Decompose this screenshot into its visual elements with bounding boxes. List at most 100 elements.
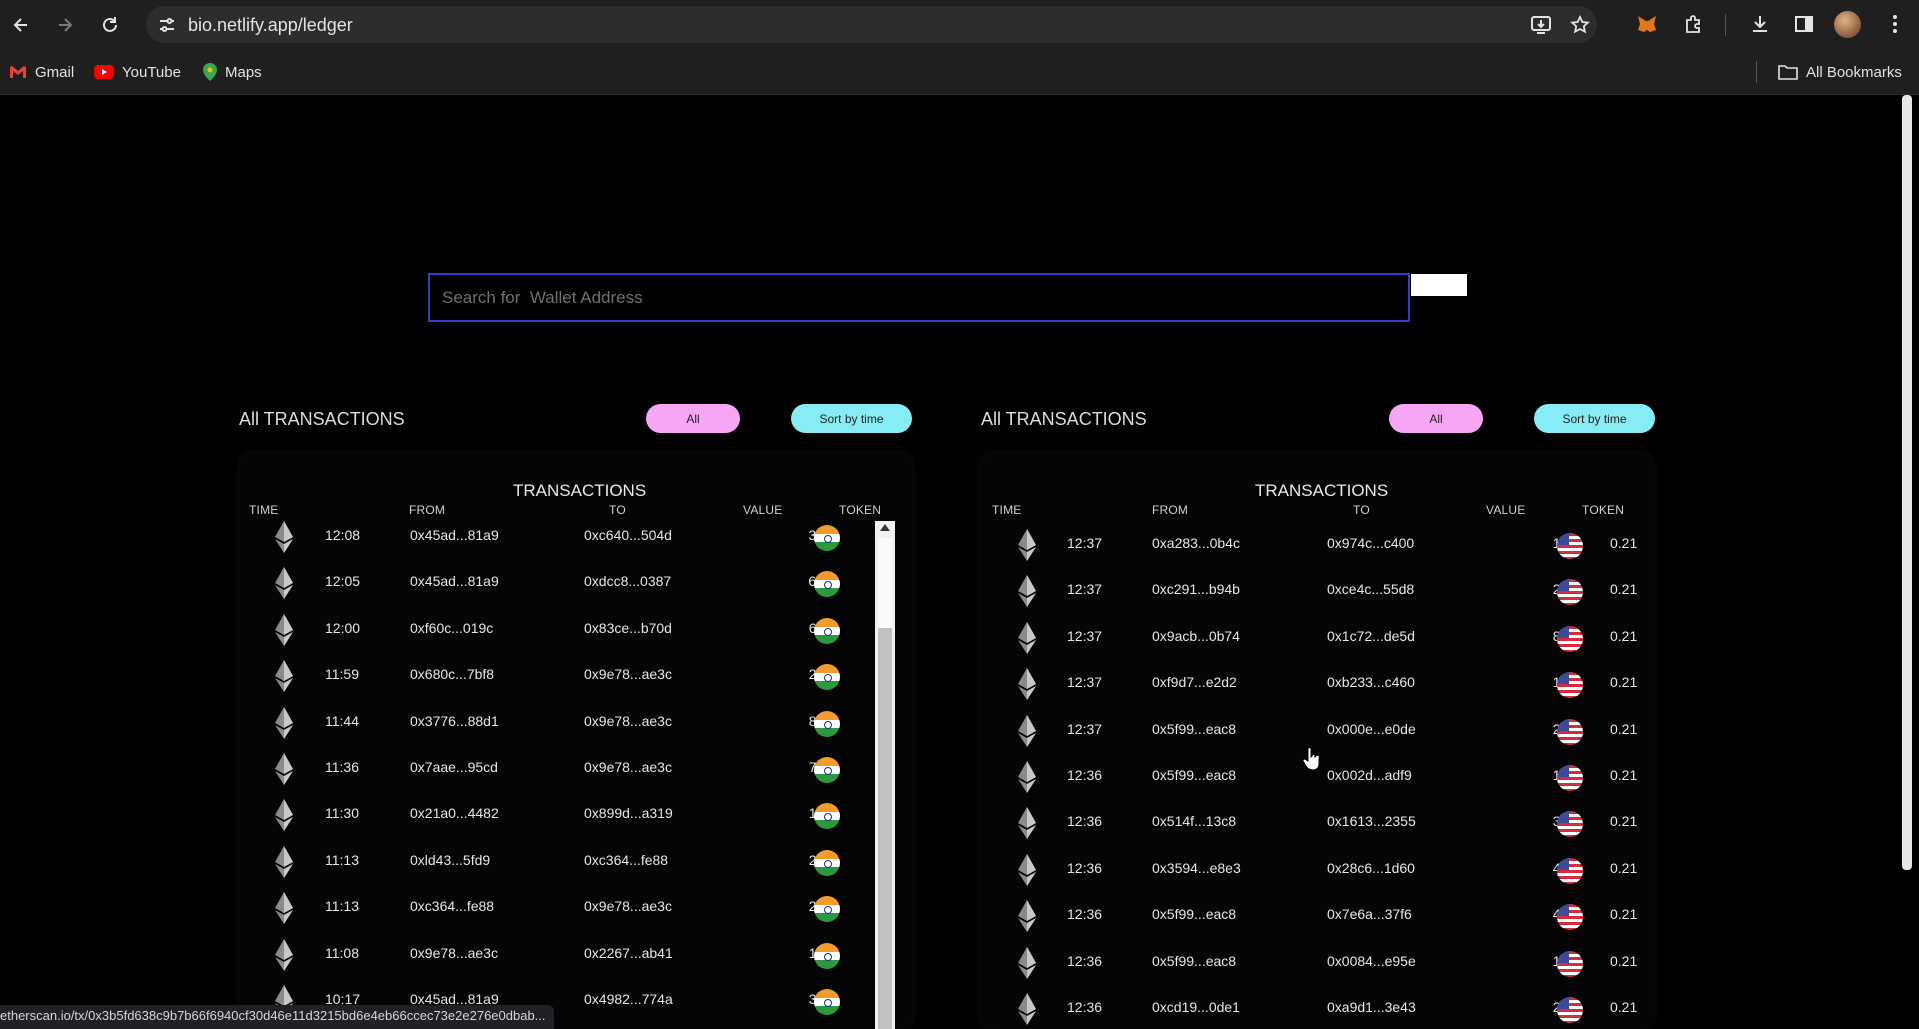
- tx-from-address[interactable]: 0x3594...e8e3: [1152, 860, 1241, 876]
- tx-from-address[interactable]: 0x3776...88d1: [410, 713, 499, 729]
- tx-to-address[interactable]: 0xce4c...55d8: [1327, 581, 1414, 597]
- metamask-extension-icon[interactable]: [1633, 10, 1661, 38]
- address-bar[interactable]: bio.netlify.app/ledger: [146, 6, 1597, 43]
- transaction-row[interactable]: 11:080x9e78...ae3c0x2267...ab411.62: [239, 933, 913, 979]
- tx-from-address[interactable]: 0x5f99...eac8: [1152, 721, 1236, 737]
- bookmark-star-icon[interactable]: [1570, 15, 1590, 35]
- tx-from-address[interactable]: 0xc364...fe88: [410, 898, 494, 914]
- tx-from-address[interactable]: 0x9e78...ae3c: [410, 945, 498, 961]
- bookmark-maps[interactable]: Maps: [203, 62, 262, 82]
- reload-button[interactable]: [95, 10, 125, 40]
- wallet-search-box: [428, 273, 1410, 322]
- tx-from-address[interactable]: 0x514f...13c8: [1152, 813, 1236, 829]
- bookmark-gmail[interactable]: Gmail: [9, 62, 74, 82]
- tx-from-address[interactable]: 0xa283...0b4c: [1152, 535, 1240, 551]
- downloads-button[interactable]: [1746, 10, 1774, 38]
- tx-to-address[interactable]: 0x1613...2355: [1327, 813, 1416, 829]
- tx-from-address[interactable]: 0x21a0...4482: [410, 805, 499, 821]
- table-scrollbar[interactable]: [875, 521, 895, 1029]
- search-button[interactable]: [1411, 274, 1467, 296]
- hand-cursor-icon: [1302, 747, 1320, 771]
- tx-to-address[interactable]: 0xdcc8...0387: [584, 573, 671, 589]
- tx-token-amount: 0.21: [1610, 581, 1638, 598]
- transaction-row[interactable]: 11:440x3776...88d10x9e78...ae3c8.77: [239, 701, 913, 747]
- tx-to-address[interactable]: 0x0084...e95e: [1327, 953, 1416, 969]
- install-app-icon[interactable]: [1530, 15, 1552, 35]
- forward-button[interactable]: [50, 10, 80, 40]
- url-text[interactable]: bio.netlify.app/ledger: [188, 15, 353, 36]
- tx-to-address[interactable]: 0x28c6...1d60: [1327, 860, 1415, 876]
- tx-from-address[interactable]: 0xf9d7...e2d2: [1152, 674, 1237, 690]
- tx-from-address[interactable]: 0x7aae...95cd: [410, 759, 498, 775]
- tx-from-address[interactable]: 0x5f99...eac8: [1152, 953, 1236, 969]
- tx-to-address[interactable]: 0x9e78...ae3c: [584, 759, 672, 775]
- tx-to-address[interactable]: 0x83ce...b70d: [584, 620, 672, 636]
- us-flag-icon: [1557, 765, 1583, 791]
- transaction-row[interactable]: 12:360x3594...e8e30x28c6...1d604.330.21: [980, 848, 1654, 894]
- tx-time: 12:36: [1067, 906, 1103, 923]
- tx-from-address[interactable]: 0x9acb...0b74: [1152, 628, 1240, 644]
- menu-button[interactable]: [1881, 10, 1909, 38]
- column-header-token: TOKEN: [1582, 503, 1625, 517]
- tx-to-address[interactable]: 0x4982...774a: [584, 991, 673, 1007]
- tx-to-address[interactable]: 0x9e78...ae3c: [584, 713, 672, 729]
- tx-to-address[interactable]: 0xb233...c460: [1327, 674, 1415, 690]
- tx-to-address[interactable]: 0x899d...a319: [584, 805, 673, 821]
- transaction-row[interactable]: 12:370xf9d7...e2d20xb233...c4601.520.21: [980, 662, 1654, 708]
- folder-icon: [1778, 65, 1798, 80]
- tx-to-address[interactable]: 0x7e6a...37f6: [1327, 906, 1412, 922]
- tx-from-address[interactable]: 0x45ad...81a9: [410, 527, 499, 543]
- transaction-row[interactable]: 11:360x7aae...95cd0x9e78...ae3c7.54: [239, 747, 913, 793]
- transaction-row[interactable]: 11:590x680c...7bf80x9e78...ae3c2.75: [239, 654, 913, 700]
- tx-from-address[interactable]: 0x5f99...eac8: [1152, 906, 1236, 922]
- tx-to-address[interactable]: 0xa9d1...3e43: [1327, 999, 1416, 1015]
- tx-to-address[interactable]: 0x974c...c400: [1327, 535, 1414, 551]
- transaction-row[interactable]: 12:360x5f99...eac80x7e6a...37f64.130.21: [980, 894, 1654, 940]
- transaction-row[interactable]: 12:370xc291...b94b0xce4c...55d82.000.21: [980, 569, 1654, 615]
- transaction-row[interactable]: 12:080x45ad...81a90xc640...504d3e+.: [239, 515, 913, 561]
- transaction-row[interactable]: 11:300x21a0...44820x899d...a3191.64: [239, 793, 913, 839]
- tx-to-address[interactable]: 0x2267...ab41: [584, 945, 673, 961]
- scroll-up-arrow-icon[interactable]: [880, 524, 890, 531]
- scrollbar-thumb[interactable]: [878, 538, 892, 628]
- tx-from-address[interactable]: 0xld43...5fd9: [410, 852, 490, 868]
- transaction-row[interactable]: 12:370x9acb...0b740x1c72...de5d8.810.21: [980, 616, 1654, 662]
- back-button[interactable]: [6, 10, 36, 40]
- transaction-row[interactable]: 12:360xcd19...0de10xa9d1...3e432.790.21: [980, 987, 1654, 1029]
- tx-from-address[interactable]: 0xcd19...0de1: [1152, 999, 1240, 1015]
- tx-to-address[interactable]: 0x9e78...ae3c: [584, 898, 672, 914]
- transaction-row[interactable]: 12:050x45ad...81a90xdcc8...03876e+.: [239, 561, 913, 607]
- tx-to-address[interactable]: 0xc640...504d: [584, 527, 672, 543]
- page-scrollbar[interactable]: [1902, 95, 1912, 870]
- all-bookmarks-button[interactable]: All Bookmarks: [1778, 62, 1902, 82]
- filter-all-button[interactable]: All: [1389, 404, 1483, 433]
- profile-avatar[interactable]: [1834, 11, 1861, 38]
- transaction-row[interactable]: 12:370xa283...0b4c0x974c...c4001.700.21: [980, 523, 1654, 569]
- tx-to-address[interactable]: 0x000e...e0de: [1327, 721, 1416, 737]
- transaction-row[interactable]: 12:000xf60c...019c0x83ce...b70d6.19: [239, 608, 913, 654]
- ethereum-icon: [275, 706, 293, 739]
- wallet-search-input[interactable]: [430, 275, 1408, 320]
- sort-by-time-button[interactable]: Sort by time: [1534, 404, 1655, 433]
- tx-to-address[interactable]: 0x1c72...de5d: [1327, 628, 1415, 644]
- filter-all-button[interactable]: All: [646, 404, 740, 433]
- tx-to-address[interactable]: 0xc364...fe88: [584, 852, 668, 868]
- transaction-row[interactable]: 12:360x5f99...eac80x0084...e95e1.410.21: [980, 941, 1654, 987]
- tx-from-address[interactable]: 0x45ad...81a9: [410, 573, 499, 589]
- side-panel-button[interactable]: [1790, 10, 1818, 38]
- bookmark-youtube[interactable]: YouTube: [94, 62, 181, 82]
- tx-from-address[interactable]: 0xf60c...019c: [410, 620, 493, 636]
- transaction-row[interactable]: 11:130xld43...5fd90xc364...fe882.32: [239, 840, 913, 886]
- sort-by-time-button[interactable]: Sort by time: [791, 404, 912, 433]
- tx-from-address[interactable]: 0x5f99...eac8: [1152, 767, 1236, 783]
- transactions-card: TRANSACTIONS TIME FROM TO VALUE TOKEN 12…: [980, 453, 1654, 1029]
- extensions-button[interactable]: [1679, 10, 1707, 38]
- tx-to-address[interactable]: 0x002d...adf9: [1327, 767, 1412, 783]
- tx-to-address[interactable]: 0x9e78...ae3c: [584, 666, 672, 682]
- site-settings-icon[interactable]: [157, 15, 177, 35]
- us-flag-icon: [1557, 811, 1583, 838]
- tx-from-address[interactable]: 0xc291...b94b: [1152, 581, 1240, 597]
- transaction-row[interactable]: 11:130xc364...fe880x9e78...ae3c2.32: [239, 886, 913, 932]
- tx-from-address[interactable]: 0x680c...7bf8: [410, 666, 494, 682]
- transaction-row[interactable]: 12:360x514f...13c80x1613...23553.990.21: [980, 801, 1654, 847]
